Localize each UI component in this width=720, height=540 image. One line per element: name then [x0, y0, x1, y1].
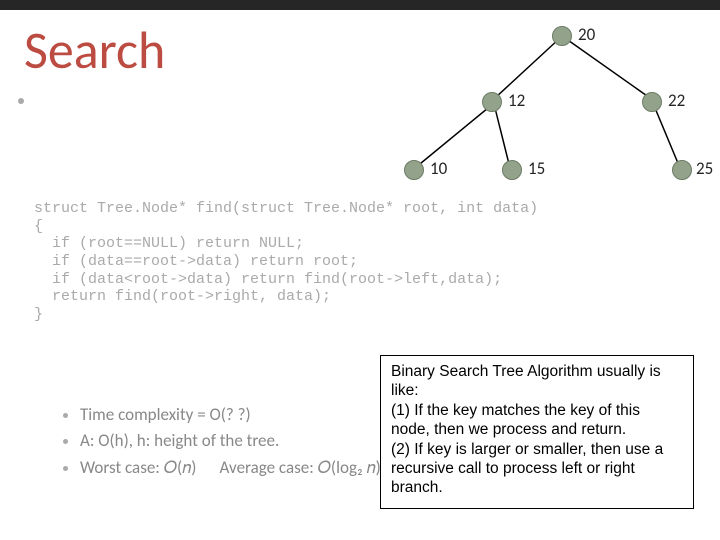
tree-node: [482, 92, 502, 112]
tree-node: [552, 26, 572, 46]
list-item: Time complexity = O(? ?): [80, 402, 381, 428]
complexity-bullets: Time complexity = O(? ?) A: O(h), h: hei…: [24, 402, 381, 481]
tree-node: [642, 92, 662, 112]
callout-line: (1) If the key matches the key of this n…: [391, 401, 683, 440]
callout-line: (2) If key is larger or smaller, then us…: [391, 440, 683, 498]
bullet-text-avg: Average case: 𝑂(log₂ 𝑛): [220, 457, 381, 478]
tree-node: [672, 160, 692, 180]
code-line: return find(root->right, data);: [34, 288, 331, 305]
tree-node-label: 20: [578, 24, 595, 45]
list-item: A: O(h), h: height of the tree.: [80, 428, 381, 454]
bullet-marker: [18, 98, 24, 104]
tree-node: [404, 160, 424, 180]
code-line: if (data==root->data) return root;: [34, 253, 358, 270]
bullet-text: A: O(h), h: height of the tree.: [80, 430, 279, 451]
code-snippet: struct Tree.Node* find(struct Tree.Node*…: [34, 200, 538, 324]
code-line: }: [34, 306, 43, 323]
algorithm-callout: Binary Search Tree Algorithm usually is …: [380, 355, 694, 509]
code-line: if (data<root->data) return find(root->l…: [34, 271, 502, 288]
tree-node: [502, 160, 522, 180]
code-line: struct Tree.Node* find(struct Tree.Node*…: [34, 200, 538, 217]
tree-node-label: 10: [430, 158, 447, 179]
top-accent-bar: [0, 0, 720, 10]
tree-node-label: 15: [528, 158, 545, 179]
callout-line: Binary Search Tree Algorithm usually is …: [391, 362, 683, 401]
code-line: {: [34, 218, 43, 235]
list-item: Worst case: 𝑂(𝑛) Average case: 𝑂(log₂ 𝑛): [80, 455, 381, 481]
tree-node-label: 25: [696, 158, 713, 179]
tree-node-label: 12: [508, 90, 525, 111]
tree-node-label: 22: [668, 90, 685, 111]
code-line: if (root==NULL) return NULL;: [34, 235, 304, 252]
bullet-text: Time complexity = O(? ?): [80, 404, 251, 425]
bullet-text-worst: Worst case: 𝑂(𝑛): [80, 457, 196, 478]
bst-diagram: 20 12 22 10 15 25: [380, 16, 710, 206]
